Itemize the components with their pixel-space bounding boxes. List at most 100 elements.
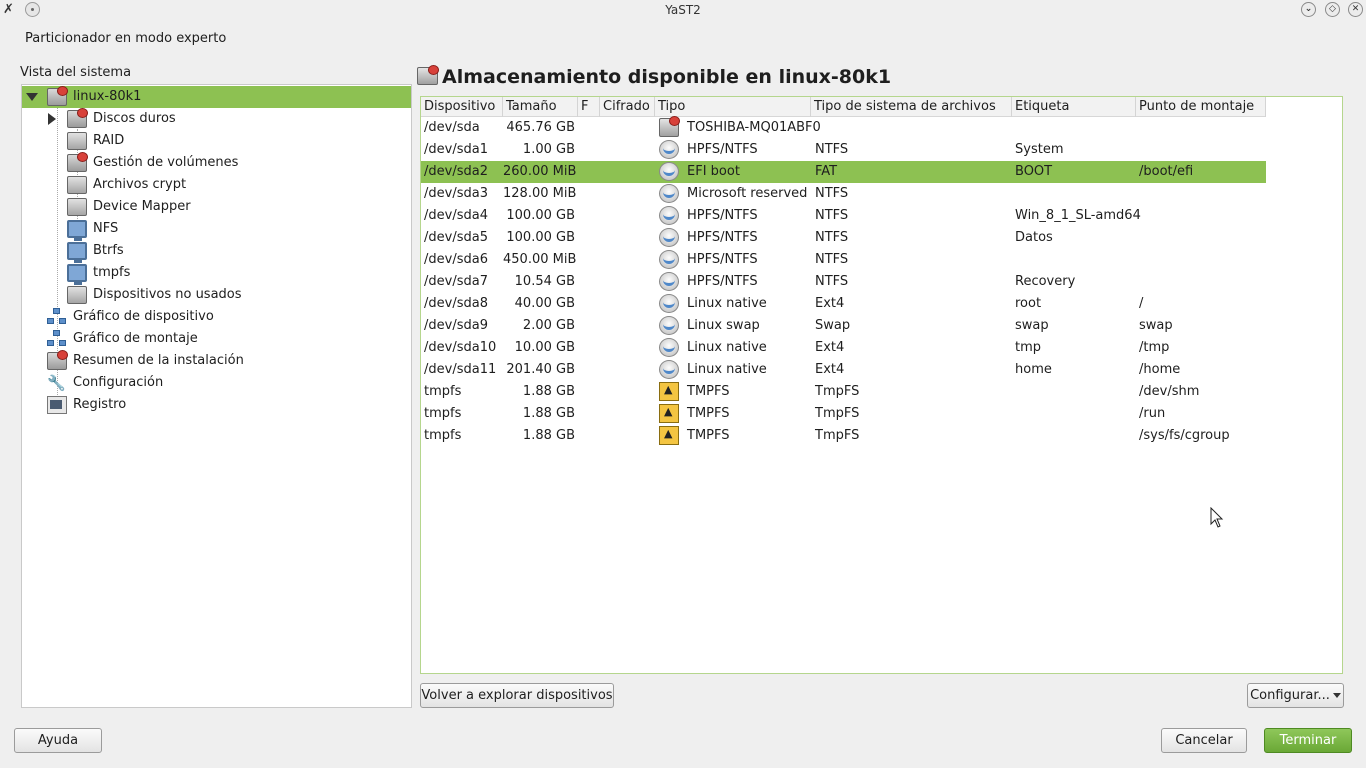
finish-button[interactable]: Terminar <box>1264 728 1352 753</box>
partition-icon <box>659 140 679 159</box>
cell-size: 40.00 GB <box>514 296 575 311</box>
close-icon[interactable]: ✕ <box>1348 2 1363 17</box>
tmpfs-icon <box>659 382 679 401</box>
tree-item-nfs[interactable]: NFS <box>22 218 411 241</box>
tree-item-gestion-volumenes[interactable]: Gestión de volúmenes <box>22 152 411 174</box>
tree-item-label: NFS <box>93 221 119 236</box>
cell-type: HPFS/NTFS <box>687 252 758 267</box>
tree-item-archivos-crypt[interactable]: Archivos crypt <box>22 174 411 196</box>
tree-item-tmpfs[interactable]: tmpfs <box>22 262 411 285</box>
tree-item-discos-duros[interactable]: Discos duros <box>22 108 411 130</box>
tree-item-resumen-instalacion[interactable]: Resumen de la instalación <box>22 350 411 372</box>
cell-size: 128.00 MiB <box>503 186 577 201</box>
maximize-icon[interactable]: ◇ <box>1325 2 1340 17</box>
tree-item-label: Resumen de la instalación <box>73 353 244 368</box>
cell-type: HPFS/NTFS <box>687 208 758 223</box>
rescan-devices-button[interactable]: Volver a explorar dispositivos <box>420 683 614 708</box>
table-row[interactable]: /dev/sda3 128.00 MiB Microsoft reserved NTF… <box>421 183 1266 205</box>
cell-fs: Ext4 <box>815 340 845 355</box>
dialog-subtitle: Particionador en modo experto <box>25 31 227 46</box>
table-header: Dispositivo Tamaño F Cifrado Tipo Tipo d… <box>421 97 1266 117</box>
cell-device: /dev/sda8 <box>424 296 488 311</box>
collapse-arrow-icon[interactable] <box>26 93 38 101</box>
table-row[interactable]: tmpfs 1.88 GB TMPFS TmpFS/dev/shm <box>421 381 1266 403</box>
table-row[interactable]: /dev/sda6 450.00 MiB HPFS/NTFS NTFS <box>421 249 1266 271</box>
tree-item-label: Configuración <box>73 375 164 390</box>
table-row[interactable]: /dev/sda 465.76 GB TOSHIBA-MQ01ABF0 <box>421 116 1266 139</box>
table-row[interactable]: /dev/sda4 100.00 GB HPFS/NTFS NTFS Win_8_1_S… <box>421 205 1266 227</box>
partition-icon <box>659 162 679 181</box>
tree-item-dispositivos-no-usados[interactable]: Dispositivos no usados <box>22 284 411 306</box>
tmpfs-icon <box>659 404 679 423</box>
table-row[interactable]: /dev/sda9 2.00 GB Linux swap Swap swap swap <box>421 315 1266 337</box>
cell-size: 465.76 GB <box>506 120 575 135</box>
cell-type: TOSHIBA-MQ01ABF0 <box>687 120 821 135</box>
help-button[interactable]: Ayuda <box>14 728 102 753</box>
cell-fs: Ext4 <box>815 296 845 311</box>
column-header-punto-montaje[interactable]: Punto de montaje <box>1136 97 1266 117</box>
cell-label: swap <box>1015 318 1049 333</box>
monitor-icon <box>67 242 87 263</box>
table-row[interactable]: /dev/sda2 260.00 MiB EFI boot FAT BOOT/boot/… <box>421 161 1266 183</box>
partition-icon <box>659 184 679 203</box>
minimize-icon[interactable]: ⌄ <box>1301 2 1316 17</box>
cancel-button[interactable]: Cancelar <box>1161 728 1247 753</box>
cell-type: HPFS/NTFS <box>687 142 758 157</box>
tree-item-linux-80k1[interactable]: linux-80k1 <box>22 86 411 108</box>
tree-item-grafico-montaje[interactable]: Gráfico de montaje <box>22 328 411 350</box>
column-header-cifrado[interactable]: Cifrado <box>600 97 655 117</box>
tree-item-btrfs[interactable]: Btrfs <box>22 240 411 263</box>
tree-item-grafico-dispositivo[interactable]: Gráfico de dispositivo <box>22 306 411 328</box>
cell-device: tmpfs <box>424 428 462 443</box>
expand-arrow-icon[interactable] <box>48 113 56 125</box>
table-row[interactable]: tmpfs 1.88 GB TMPFS TmpFS/run <box>421 403 1266 425</box>
cell-fs: TmpFS <box>815 384 860 399</box>
column-header-dispositivo[interactable]: Dispositivo <box>421 97 503 117</box>
tree-item-registro[interactable]: Registro <box>22 394 411 416</box>
table-row[interactable]: tmpfs 1.88 GB TMPFS TmpFS/sys/fs/cgroup <box>421 425 1266 447</box>
cell-size: 100.00 GB <box>506 208 575 223</box>
cell-size: 100.00 GB <box>506 230 575 245</box>
column-header-tamano[interactable]: Tamaño <box>503 97 578 117</box>
drive-icon <box>47 350 68 370</box>
cell-label: tmp <box>1015 340 1042 355</box>
column-header-tipo[interactable]: Tipo <box>655 97 811 117</box>
cell-label: BOOT <box>1015 164 1053 179</box>
tree-item-device-mapper[interactable]: Device Mapper <box>22 196 411 218</box>
hard-drive-icon <box>659 116 680 137</box>
cell-device: /dev/sda <box>424 120 480 135</box>
cell-mount: /tmp <box>1139 340 1170 355</box>
monitor-icon <box>67 220 87 241</box>
system-view-tree[interactable]: linux-80k1 Discos duros RAID Gestión de … <box>21 84 412 708</box>
cell-device: /dev/sda3 <box>424 186 488 201</box>
table-row[interactable]: /dev/sda10 10.00 GB Linux native Ext4 tmp/tm… <box>421 337 1266 359</box>
configure-button-label: Configurar... <box>1250 688 1330 703</box>
cell-label: Win_8_1_SL-amd64 <box>1015 208 1141 223</box>
log-icon <box>47 396 67 414</box>
table-row[interactable]: /dev/sda8 40.00 GB Linux native Ext4 root / <box>421 293 1266 315</box>
table-row[interactable]: /dev/sda1 1.00 GB HPFS/NTFS NTFS System <box>421 139 1266 161</box>
network-graph-icon <box>47 330 67 348</box>
cell-device: /dev/sda1 <box>424 142 488 157</box>
storage-table[interactable]: Dispositivo Tamaño F Cifrado Tipo Tipo d… <box>420 96 1343 674</box>
tree-item-label: Archivos crypt <box>93 177 187 192</box>
cell-mount: /dev/shm <box>1139 384 1200 399</box>
cell-device: /dev/sda6 <box>424 252 488 267</box>
cell-type: HPFS/NTFS <box>687 230 758 245</box>
tree-item-label: Gráfico de montaje <box>73 331 198 346</box>
partition-icon <box>659 272 679 291</box>
table-row[interactable]: /dev/sda7 10.54 GB HPFS/NTFS NTFS Recovery <box>421 271 1266 293</box>
column-header-etiqueta[interactable]: Etiqueta <box>1012 97 1136 117</box>
tree-item-label: Dispositivos no usados <box>93 287 242 302</box>
cell-fs: TmpFS <box>815 406 860 421</box>
cell-type: Linux native <box>687 340 767 355</box>
configure-dropdown-button[interactable]: Configurar... <box>1247 683 1344 708</box>
tree-item-configuracion[interactable]: 🔧 Configuración <box>22 372 411 394</box>
tree-item-raid[interactable]: RAID <box>22 130 411 152</box>
table-row[interactable]: /dev/sda5 100.00 GB HPFS/NTFS NTFS Datos <box>421 227 1266 249</box>
cell-mount: /run <box>1139 406 1166 421</box>
cell-device: /dev/sda10 <box>424 340 497 355</box>
column-header-tipo-fs[interactable]: Tipo de sistema de archivos <box>811 97 1012 117</box>
column-header-f[interactable]: F <box>578 97 600 117</box>
table-row[interactable]: /dev/sda11 201.40 GB Linux native Ext4 home /… <box>421 359 1266 381</box>
